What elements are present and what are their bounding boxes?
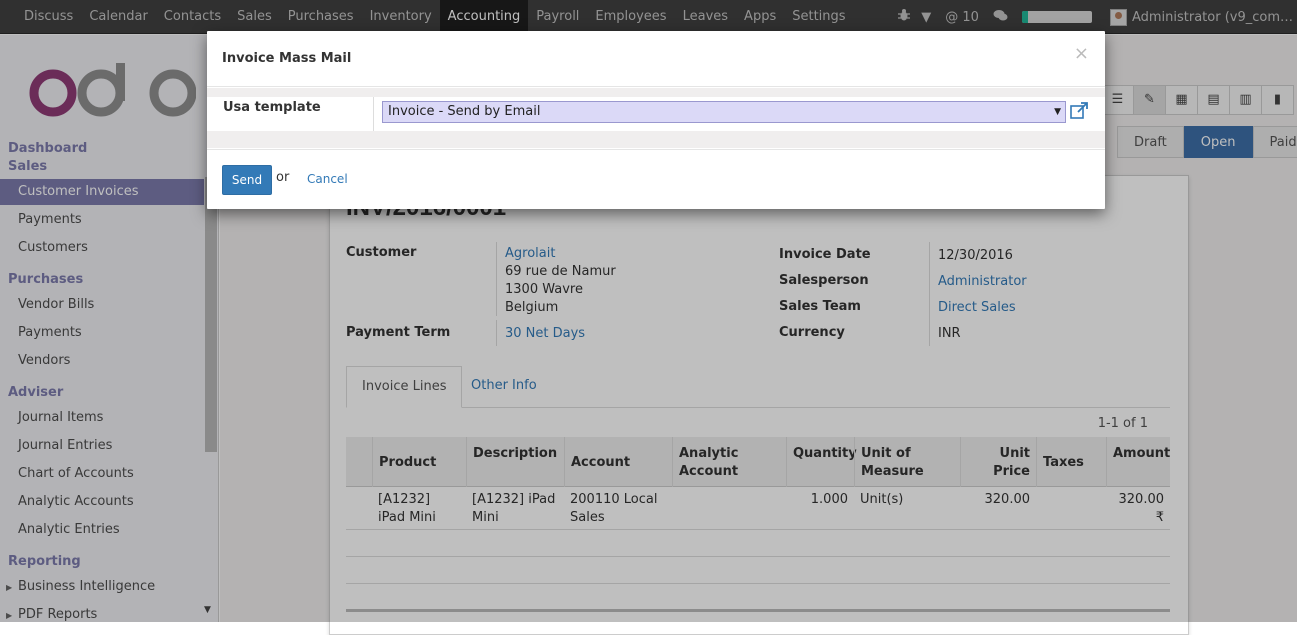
field-separator bbox=[373, 97, 374, 131]
dialog-title: Invoice Mass Mail bbox=[222, 51, 352, 66]
or-label: or bbox=[276, 170, 290, 185]
close-icon[interactable]: × bbox=[1074, 45, 1089, 63]
dialog-footer: Send or Cancel bbox=[207, 149, 1105, 209]
mass-mail-dialog: Invoice Mass Mail × Usa template Invoice… bbox=[207, 31, 1105, 209]
template-label: Usa template bbox=[223, 100, 321, 115]
template-select[interactable]: Invoice - Send by Email ▼ bbox=[382, 101, 1066, 123]
dialog-header: Invoice Mass Mail × bbox=[207, 31, 1105, 87]
chevron-down-icon[interactable]: ▼ bbox=[1054, 102, 1061, 122]
send-button[interactable]: Send bbox=[222, 165, 272, 195]
template-field-row: Usa template Invoice - Send by Email ▼ bbox=[207, 97, 1105, 131]
cancel-link[interactable]: Cancel bbox=[307, 172, 348, 186]
template-select-value: Invoice - Send by Email bbox=[388, 104, 541, 119]
external-link-icon[interactable] bbox=[1069, 101, 1089, 121]
dialog-body: Usa template Invoice - Send by Email ▼ bbox=[207, 88, 1105, 148]
